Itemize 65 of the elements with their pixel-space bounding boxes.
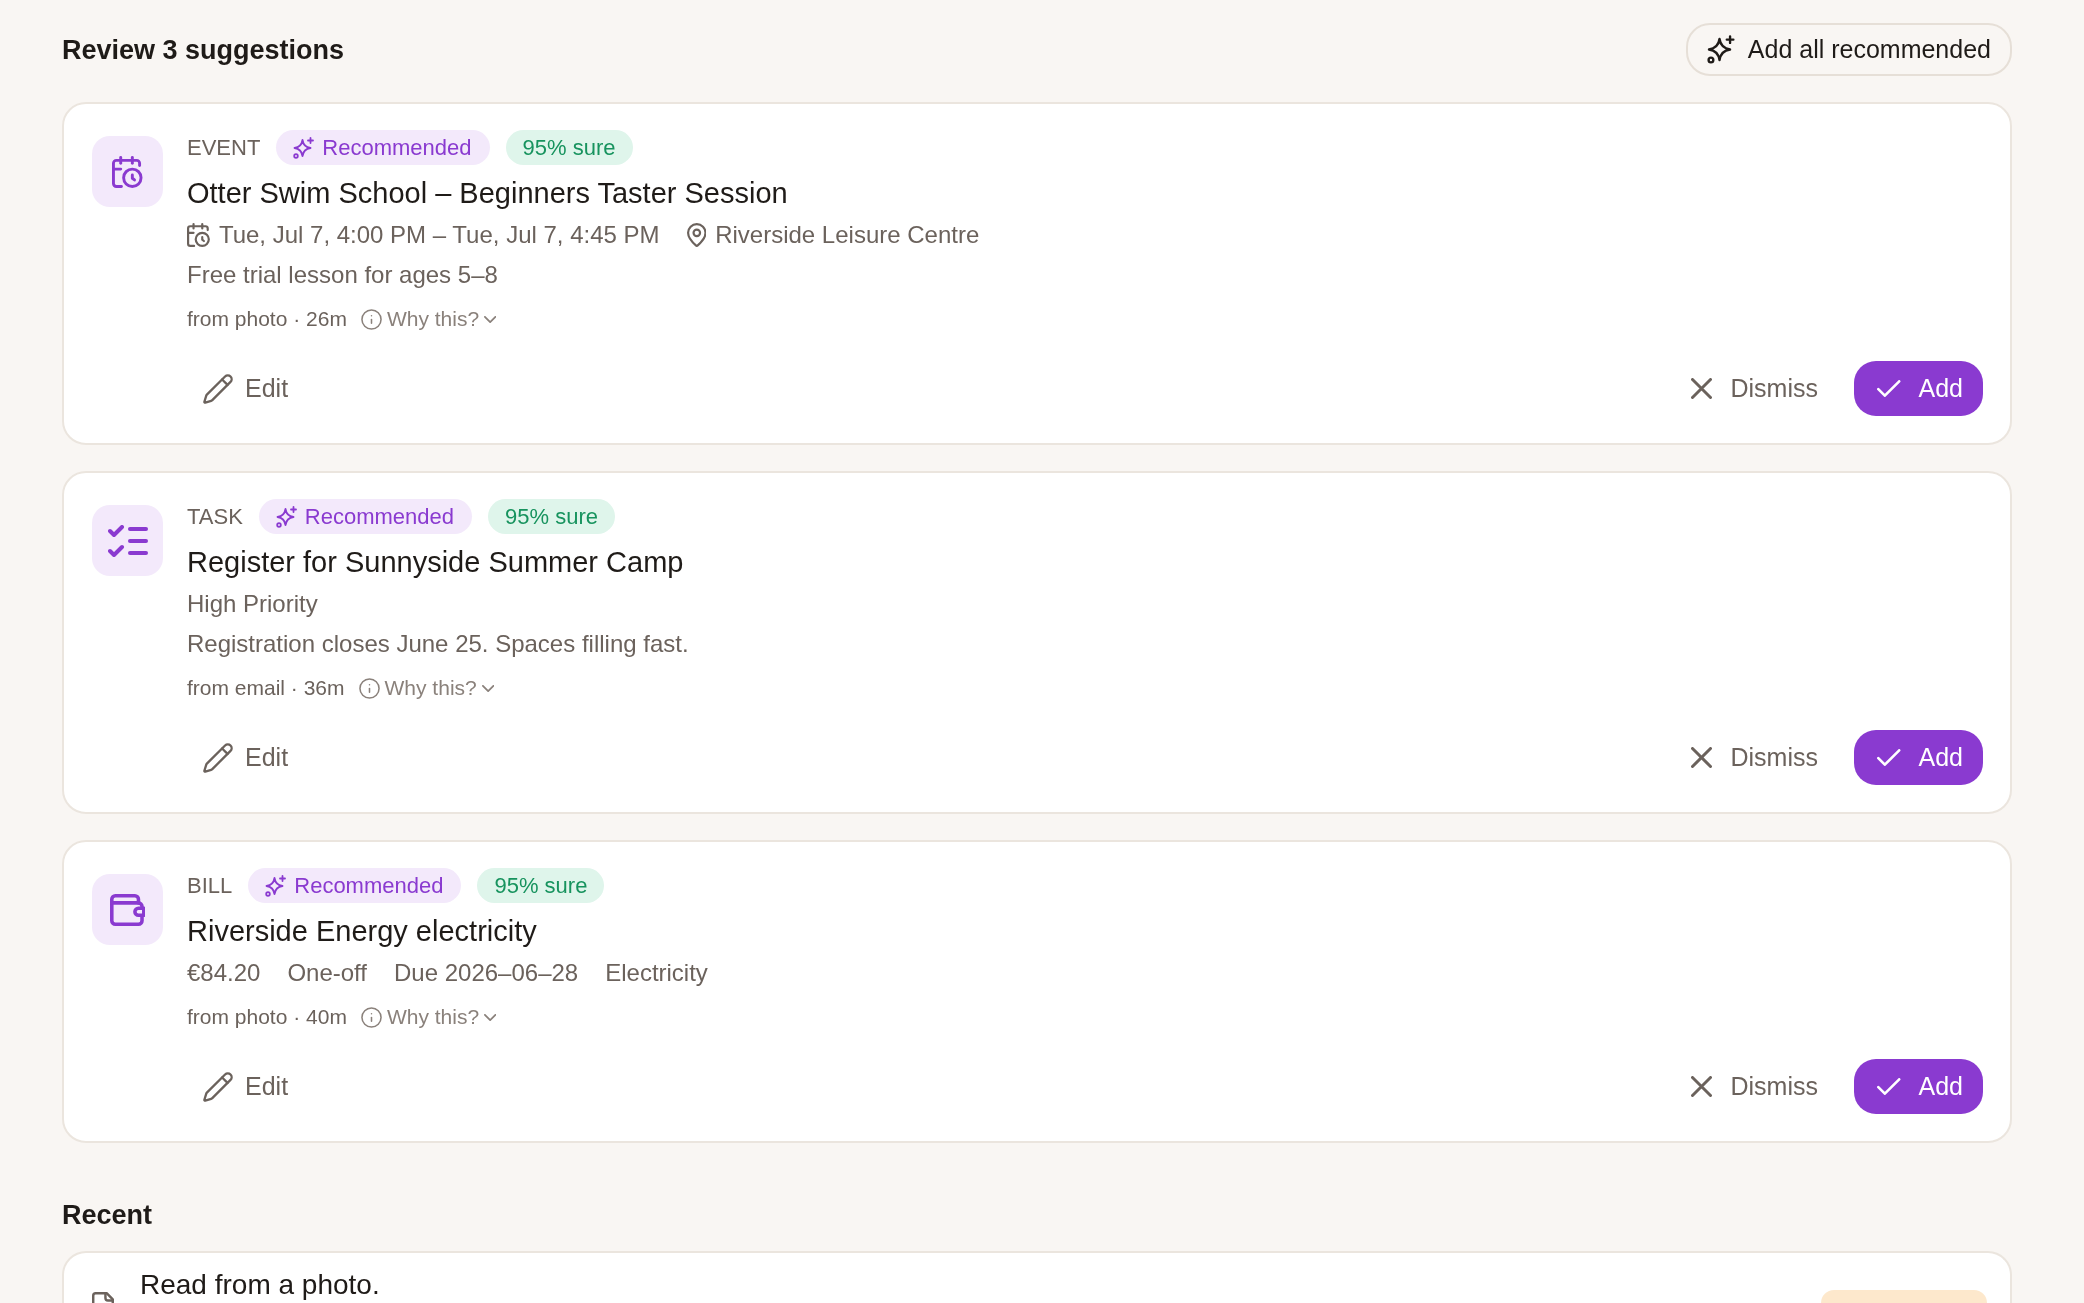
dismiss-button[interactable]: Dismiss: [1674, 1059, 1836, 1114]
close-icon: [1690, 1076, 1712, 1097]
add-button[interactable]: Add: [1854, 730, 1983, 785]
detail-text: Registration closes June 25. Spaces filling fast.: [187, 629, 689, 659]
calendar-clock-icon: [187, 223, 210, 247]
page-title: Review 3 suggestions: [62, 33, 345, 67]
source-label: from photo · 26m: [187, 306, 347, 332]
why-this-button[interactable]: Why this?: [360, 1002, 497, 1032]
edit-button[interactable]: Edit: [187, 1059, 305, 1114]
edit-button[interactable]: Edit: [187, 361, 305, 416]
pencil-icon: [203, 373, 233, 404]
detail-text: Electricity: [605, 958, 708, 988]
info-icon: [360, 1006, 382, 1028]
detail-text: Free trial lesson for ages 5–8: [187, 260, 498, 290]
info-icon: [360, 308, 382, 330]
suggestion-title: Register for Sunnyside Summer Camp: [187, 545, 685, 580]
suggestion-title: Otter Swim School – Beginners Taster Session: [187, 176, 789, 211]
type-label: TASK: [187, 503, 243, 530]
confidence-tag: 95% sure: [488, 499, 615, 534]
tag-label: Recommended: [322, 134, 472, 161]
calendar-clock-icon: [92, 136, 163, 207]
why-this-button[interactable]: Why this?: [360, 304, 497, 334]
suggestion-title: Riverside Energy electricity: [187, 914, 538, 949]
close-icon: [1690, 747, 1712, 768]
sparkle-icon: [265, 874, 287, 897]
add-all-button[interactable]: Add all recommended: [1686, 23, 2012, 76]
detail-text: High Priority: [187, 589, 318, 619]
pencil-icon: [203, 1071, 233, 1102]
type-label: BILL: [187, 872, 233, 899]
edit-button[interactable]: Edit: [187, 730, 305, 785]
source-label: from photo · 40m: [187, 1004, 347, 1030]
document-icon: [92, 1292, 114, 1303]
checklist-icon: [92, 505, 163, 576]
close-icon: [1690, 378, 1712, 399]
check-icon: [1877, 1078, 1901, 1095]
detail-text: €84.20: [187, 958, 261, 988]
chevron-down-icon: [484, 315, 497, 323]
sparkle-icon: [1707, 35, 1735, 64]
dismiss-button[interactable]: Dismiss: [1674, 361, 1836, 416]
detail-text: Due 2026–06–28: [394, 958, 579, 988]
chevron-down-icon: [484, 1013, 497, 1021]
sparkle-icon: [275, 505, 297, 528]
tag-label: Recommended: [304, 503, 454, 530]
detail-text: One-off: [287, 958, 367, 988]
add-button[interactable]: Add: [1854, 361, 1983, 416]
recent-title: Read from a photo.: [140, 1268, 380, 1302]
check-icon: [1877, 380, 1901, 397]
section-title: Recent: [62, 1199, 154, 1232]
event-location: Riverside Leisure Centre: [715, 220, 980, 250]
tag-label: Recommended: [294, 872, 444, 899]
pencil-icon: [203, 742, 233, 773]
source-label: from email · 36m: [187, 675, 345, 701]
add-button[interactable]: Add: [1854, 1059, 1983, 1114]
confidence-tag: 95% sure: [505, 130, 633, 165]
info-icon: [358, 677, 380, 699]
event-time: Tue, Jul 7, 4:00 PM – Tue, Jul 7, 4:45 PM: [218, 220, 660, 250]
why-this-button[interactable]: Why this?: [358, 673, 495, 703]
location-pin-icon: [686, 223, 707, 247]
type-label: EVENT: [187, 134, 261, 161]
sparkle-icon: [293, 136, 315, 159]
dismiss-button[interactable]: Dismiss: [1674, 730, 1836, 785]
wallet-icon: [92, 874, 163, 945]
check-icon: [1877, 749, 1901, 766]
confidence-tag: 95% sure: [477, 868, 605, 903]
chevron-down-icon: [481, 684, 495, 692]
